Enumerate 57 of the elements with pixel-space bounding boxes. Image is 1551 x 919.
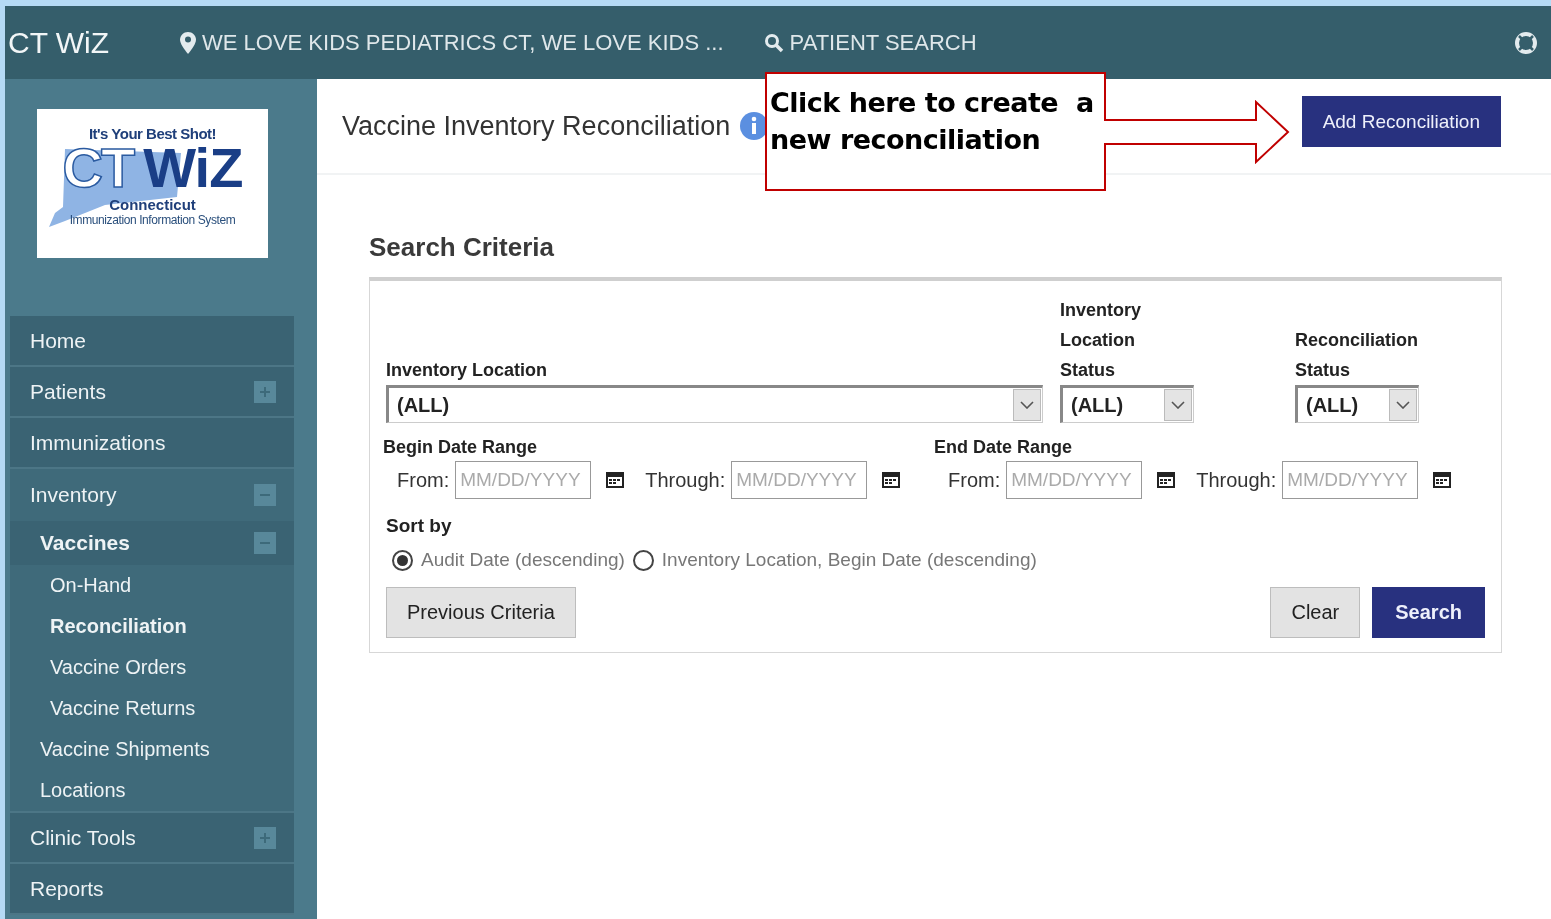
add-reconciliation-button[interactable]: Add Reconciliation bbox=[1301, 96, 1501, 147]
field-label: Inventory Location Status bbox=[1060, 299, 1143, 382]
calendar-icon[interactable] bbox=[881, 471, 902, 489]
sidebar-item[interactable]: On-Hand bbox=[10, 565, 294, 606]
callout-text: Click here to create a new reconciliation bbox=[765, 72, 1106, 191]
through-label: Through: bbox=[1196, 468, 1277, 492]
dropdown-caret-icon[interactable] bbox=[1164, 389, 1192, 421]
sidebar-item[interactable]: Vaccine Orders bbox=[10, 647, 294, 688]
dropdown[interactable]: (ALL) bbox=[1295, 385, 1419, 423]
date-field[interactable]: MM/DD/YYYY bbox=[1006, 461, 1143, 499]
sidebar-item[interactable]: Locations bbox=[10, 770, 294, 811]
logo-state: Connecticut bbox=[109, 196, 196, 213]
sidebar-item[interactable]: Reports bbox=[10, 864, 294, 915]
through-label: Through: bbox=[645, 468, 726, 492]
sidebar-item[interactable]: Reconciliation bbox=[10, 606, 294, 647]
field-label: Inventory Location bbox=[386, 359, 547, 382]
calendar-icon[interactable] bbox=[1156, 471, 1177, 489]
dropdown[interactable]: (ALL) bbox=[1060, 385, 1194, 423]
page-title: Vaccine Inventory Reconciliation bbox=[342, 110, 731, 142]
help-icon[interactable] bbox=[1514, 30, 1538, 55]
logo-title: CT bbox=[62, 140, 134, 196]
section-title: Search Criteria bbox=[369, 232, 555, 263]
dropdown-caret-icon[interactable] bbox=[1389, 389, 1417, 421]
sidebar-item[interactable]: Patients bbox=[10, 367, 294, 418]
from-label: From: bbox=[397, 468, 450, 492]
clear-button[interactable]: Clear bbox=[1270, 587, 1361, 638]
location-link[interactable]: WE LOVE KIDS PEDIATRICS CT, WE LOVE KIDS ... bbox=[180, 29, 724, 56]
sidebar-item[interactable]: Immunizations bbox=[10, 418, 294, 469]
map-pin-icon bbox=[180, 31, 196, 54]
logo-tagline: It's Your Best Shot! bbox=[88, 125, 217, 142]
search-button[interactable]: Search bbox=[1372, 587, 1485, 638]
radio-button[interactable] bbox=[632, 549, 654, 571]
calendar-icon[interactable] bbox=[605, 471, 626, 489]
logo-subtitle: Immunization Information System bbox=[69, 213, 236, 227]
from-label: From: bbox=[948, 468, 1001, 492]
calendar-icon[interactable] bbox=[1432, 471, 1453, 489]
dropdown-caret-icon[interactable] bbox=[1013, 389, 1041, 421]
sidebar-item[interactable]: Clinic Tools bbox=[10, 813, 294, 864]
sidebar-item[interactable]: Vaccine Shipments bbox=[10, 729, 294, 770]
radio-button[interactable] bbox=[392, 549, 413, 571]
dropdown[interactable]: (ALL) bbox=[386, 385, 1043, 423]
sidebar-item[interactable]: Vaccine Returns bbox=[10, 688, 294, 729]
sidebar-item[interactable]: Inventory bbox=[10, 469, 294, 521]
date-field[interactable]: MM/DD/YYYY bbox=[455, 461, 592, 499]
date-field[interactable]: MM/DD/YYYY bbox=[1282, 461, 1419, 499]
field-label: End Date Range bbox=[934, 436, 1073, 459]
previous-criteria-button[interactable]: Previous Criteria bbox=[386, 587, 576, 638]
sidebar-item[interactable]: Vaccines bbox=[10, 521, 294, 565]
app-name[interactable]: CT WiZ bbox=[8, 25, 180, 60]
search-icon bbox=[763, 32, 784, 53]
patient-search-link[interactable]: PATIENT SEARCH bbox=[763, 29, 977, 56]
logo-title: WiZ bbox=[143, 140, 243, 196]
field-label: Sort by bbox=[386, 514, 453, 538]
date-field[interactable]: MM/DD/YYYY bbox=[731, 461, 868, 499]
field-label: Reconciliation Status bbox=[1295, 329, 1419, 382]
field-label: Begin Date Range bbox=[383, 436, 538, 459]
sidebar-item[interactable]: Home bbox=[10, 316, 294, 367]
